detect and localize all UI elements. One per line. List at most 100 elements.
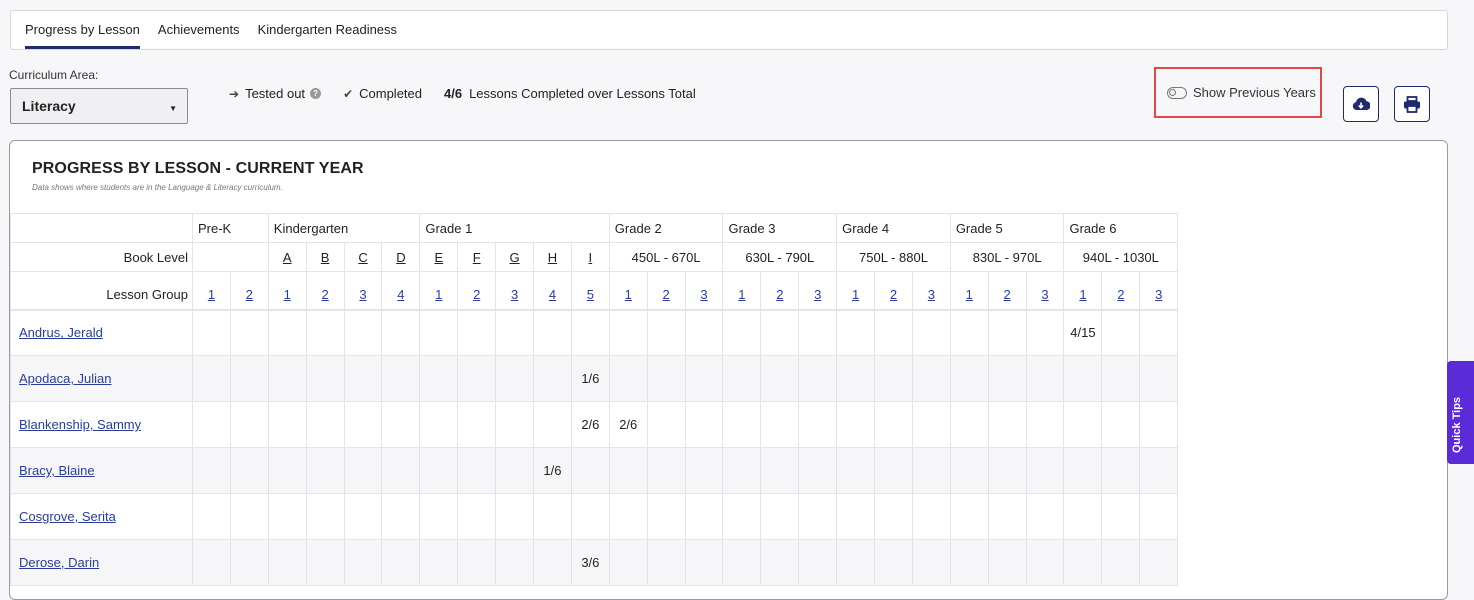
book-level-cell[interactable]: D (381, 242, 421, 272)
student-name-link[interactable]: Andrus, Jerald (10, 309, 193, 356)
lesson-group-link[interactable]: 1 (836, 271, 876, 311)
progress-cell (267, 355, 307, 402)
lesson-group-link[interactable]: 1 (1063, 271, 1103, 311)
lesson-group-link[interactable]: 2 (457, 271, 497, 311)
student-name-link[interactable]: Cosgrove, Serita (10, 493, 193, 540)
grade-header: Grade 4 (836, 213, 951, 243)
book-level-cell[interactable]: I (570, 242, 610, 272)
book-level-cell[interactable]: G (495, 242, 535, 272)
progress-cell (1025, 401, 1065, 448)
progress-cell (684, 401, 724, 448)
progress-cell (229, 401, 269, 448)
progress-cell (722, 309, 762, 356)
book-level-cell[interactable]: E (419, 242, 459, 272)
lesson-group-link[interactable]: 1 (267, 271, 307, 311)
lesson-group-link[interactable]: 2 (760, 271, 800, 311)
lesson-group-link[interactable]: 2 (987, 271, 1027, 311)
book-level-cell[interactable]: A (267, 242, 307, 272)
lesson-group-link[interactable]: 5 (570, 271, 610, 311)
progress-cell (874, 447, 913, 494)
download-button[interactable] (1343, 86, 1379, 122)
print-button[interactable] (1394, 86, 1430, 122)
progress-cell (911, 539, 951, 586)
lexile-range: 450L - 670L (608, 242, 724, 272)
progress-cell (381, 447, 421, 494)
help-icon[interactable]: ? (310, 88, 322, 99)
book-level-cell[interactable]: F (457, 242, 497, 272)
lesson-group-link[interactable]: 1 (949, 271, 989, 311)
progress-value: 3/6 (570, 539, 610, 586)
toggle-switch-icon[interactable] (1167, 86, 1187, 99)
progress-cell (911, 355, 951, 402)
progress-cell (798, 355, 838, 402)
lesson-group-link[interactable]: 3 (911, 271, 951, 311)
lesson-group-link[interactable]: 3 (343, 271, 383, 311)
grade-header: Kindergarten (267, 213, 421, 243)
book-level-cell[interactable]: B (305, 242, 345, 272)
lesson-group-link[interactable]: 2 (229, 271, 269, 311)
lesson-group-link[interactable]: 3 (684, 271, 724, 311)
lesson-group-link[interactable]: 2 (646, 271, 686, 311)
lesson-group-link[interactable]: 3 (495, 271, 535, 311)
tab-achievements[interactable]: Achievements (158, 22, 240, 49)
curriculum-area-select[interactable]: Literacy ▼ (10, 88, 188, 124)
book-level-cell[interactable]: H (533, 242, 572, 272)
progress-card: PROGRESS BY LESSON - CURRENT YEAR Data s… (9, 140, 1448, 600)
table-row: Derose, Darin 3/6 (10, 539, 1179, 586)
lesson-group-link[interactable]: 2 (1101, 271, 1141, 311)
progress-cell (267, 539, 307, 586)
progress-cell (608, 447, 648, 494)
grade-header: Grade 6 (1063, 213, 1179, 243)
progress-cell (419, 539, 459, 586)
progress-cell (495, 401, 535, 448)
progress-cell (874, 493, 913, 540)
progress-cell (874, 401, 913, 448)
lesson-group-link[interactable]: 1 (608, 271, 648, 311)
student-name-link[interactable]: Bracy, Blaine (10, 447, 193, 494)
corner-cell (10, 213, 193, 243)
table-row: Andrus, Jerald 4/15 (10, 309, 1179, 356)
book-level-cell[interactable]: C (343, 242, 383, 272)
tab-kindergarten-readiness[interactable]: Kindergarten Readiness (258, 22, 397, 49)
book-level-empty (192, 242, 269, 272)
lesson-group-link[interactable]: 1 (722, 271, 762, 311)
arrow-right-icon: ➔ (229, 86, 240, 101)
lesson-group-link[interactable]: 1 (419, 271, 459, 311)
progress-cell (457, 355, 497, 402)
progress-cell (381, 539, 421, 586)
lesson-group-link[interactable]: 3 (1025, 271, 1065, 311)
progress-cell (798, 493, 838, 540)
progress-cell (646, 539, 686, 586)
progress-cell (229, 447, 269, 494)
progress-cell (570, 493, 610, 540)
progress-cell (192, 401, 231, 448)
lesson-group-link[interactable]: 2 (305, 271, 345, 311)
lesson-group-link[interactable]: 1 (192, 271, 231, 311)
student-name-link[interactable]: Derose, Darin (10, 539, 193, 586)
tab-progress-by-lesson[interactable]: Progress by Lesson (25, 22, 140, 49)
quick-tips-tab[interactable]: Quick Tips (1447, 361, 1474, 464)
progress-cell (343, 493, 383, 540)
progress-cell (419, 447, 459, 494)
student-name-link[interactable]: Apodaca, Julian (10, 355, 193, 402)
progress-cell (457, 539, 497, 586)
progress-cell (343, 401, 383, 448)
progress-cell (608, 539, 648, 586)
progress-cell (798, 401, 838, 448)
show-previous-years-toggle[interactable]: Show Previous Years (1154, 67, 1322, 118)
progress-cell (1101, 401, 1141, 448)
progress-cell (1101, 447, 1141, 494)
progress-cell (684, 309, 724, 356)
lesson-group-link[interactable]: 2 (874, 271, 913, 311)
lesson-group-link[interactable]: 3 (1139, 271, 1179, 311)
progress-cell (229, 493, 269, 540)
lesson-group-link[interactable]: 3 (798, 271, 838, 311)
lesson-group-link[interactable]: 4 (381, 271, 421, 311)
lesson-group-link[interactable]: 4 (533, 271, 572, 311)
progress-cell (1063, 447, 1103, 494)
student-name-link[interactable]: Blankenship, Sammy (10, 401, 193, 448)
progress-cell (229, 309, 269, 356)
progress-cell (874, 539, 913, 586)
lexile-range: 750L - 880L (836, 242, 951, 272)
progress-cell (533, 355, 572, 402)
